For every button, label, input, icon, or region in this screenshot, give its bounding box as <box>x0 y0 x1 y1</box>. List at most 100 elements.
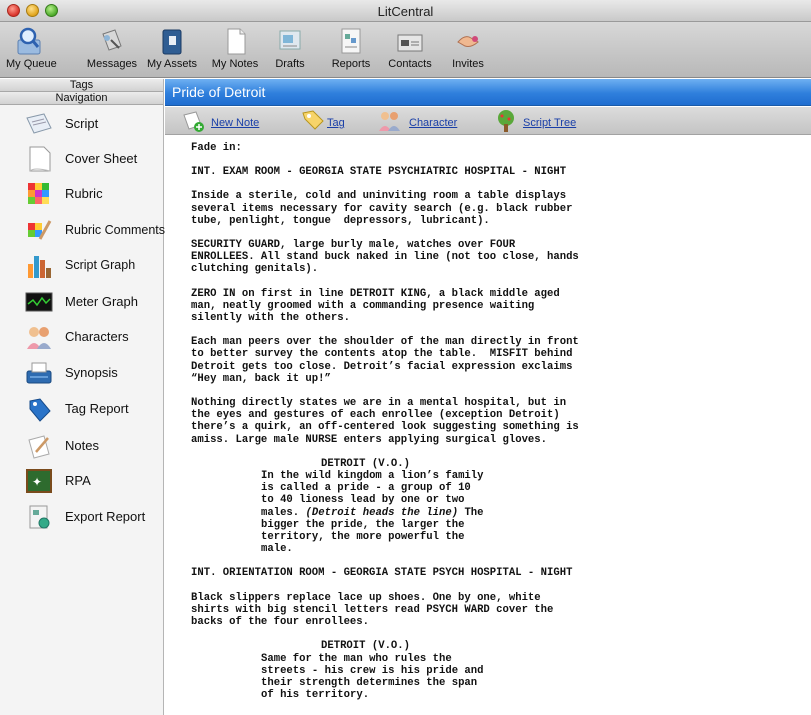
dialogue-text: The <box>458 506 484 519</box>
cover-sheet-icon <box>29 146 51 172</box>
navigation-header[interactable]: Navigation <box>0 92 163 105</box>
dialogue-block: DETROIT (V.O.) In the wild kingdom a lio… <box>191 458 791 556</box>
script-tree-label: Script Tree <box>523 117 577 129</box>
toolbar-contacts-button[interactable]: Contacts <box>386 26 434 76</box>
script-action-bar: New Note Tag Character Script Tree <box>165 107 811 135</box>
reports-icon <box>341 28 361 54</box>
toolbar-label: Reports <box>331 58 371 70</box>
script-paragraph: Inside a sterile, cold and uninviting ro… <box>191 190 573 227</box>
character-button[interactable]: Character <box>377 109 467 133</box>
sidebar-item-label: Characters <box>65 329 129 344</box>
sidebar-item-cover-sheet[interactable]: Cover Sheet <box>0 142 163 176</box>
script-text: Fade in: INT. EXAM ROOM - GEORGIA STATE … <box>191 142 791 715</box>
toolbar-invites-button[interactable]: Invites <box>448 26 488 76</box>
sidebar-item-synopsis[interactable]: Synopsis <box>0 356 163 390</box>
tag-button[interactable]: Tag <box>301 109 351 133</box>
panel-title: Pride of Detroit <box>172 84 266 100</box>
sidebar-item-rubric[interactable]: Rubric <box>0 177 163 211</box>
rubric-comments-icon <box>28 220 52 240</box>
script-icon <box>26 113 52 134</box>
assets-icon <box>162 29 182 55</box>
svg-text:✦: ✦ <box>32 475 42 489</box>
magnifier-queue-icon <box>17 27 41 55</box>
sidebar-item-label: Tag Report <box>65 401 129 416</box>
panel-header: Pride of Detroit <box>165 79 811 106</box>
sidebar-item-script[interactable]: Script <box>0 107 163 141</box>
characters-icon <box>27 327 51 349</box>
sidebar-item-meter-graph[interactable]: Meter Graph <box>0 285 163 319</box>
scene-heading: INT. EXAM ROOM - GEORGIA STATE PSYCHIATR… <box>191 166 567 179</box>
dialogue-line: Same for the man who rules the <box>261 652 452 665</box>
title-bar: LitCentral <box>0 0 811 22</box>
script-paragraph: SECURITY GUARD, large burly male, watche… <box>191 239 579 276</box>
sidebar-item-script-graph[interactable]: Script Graph <box>0 249 163 283</box>
sidebar-item-rpa[interactable]: ✦ RPA <box>0 464 163 498</box>
dialogue-line: territory, the more powerful the <box>261 531 465 544</box>
sidebar-item-label: Script <box>65 116 99 131</box>
dialogue-line: male. <box>261 543 293 556</box>
toolbar-my-notes-button[interactable]: My Notes <box>208 26 262 76</box>
sidebar-item-characters[interactable]: Characters <box>0 320 163 354</box>
tag-label: Tag <box>327 117 345 129</box>
dialogue-line: bigger the pride, the larger the <box>261 518 465 531</box>
new-note-button[interactable]: New Note <box>181 109 271 133</box>
toolbar-label: My Notes <box>211 58 259 70</box>
invites-handshake-icon <box>457 36 479 47</box>
script-paragraph: Black slippers replace lace up shoes. On… <box>191 591 554 629</box>
sidebar-item-label: Export Report <box>65 509 146 524</box>
toolbar-my-queue-button[interactable]: My Queue <box>6 26 57 76</box>
script-graph-icon <box>28 256 51 278</box>
toolbar-label: Drafts <box>275 58 305 70</box>
script-paragraph: Fade in: <box>191 142 242 154</box>
meter-graph-icon <box>25 292 53 312</box>
script-paragraph: Each man peers over the shoulder of the … <box>191 336 579 385</box>
synopsis-typewriter-icon <box>26 362 52 384</box>
sidebar-item-notes[interactable]: Notes <box>0 429 163 463</box>
sidebar-item-label: Synopsis <box>65 365 118 380</box>
tag-icon <box>302 110 324 130</box>
dialogue-line: is called a pride - a group of 10 <box>261 482 471 495</box>
tags-header[interactable]: Tags <box>0 79 163 92</box>
character-icon <box>379 112 400 131</box>
rpa-chalkboard-icon: ✦ <box>26 469 52 493</box>
sidebar-item-label: Notes <box>65 438 99 453</box>
toolbar-label: Contacts <box>388 58 432 70</box>
toolbar-label: Invites <box>452 58 484 70</box>
dialogue-character: DETROIT (V.O.) <box>321 640 411 653</box>
main-toolbar: My Queue Messages My Assets My Notes Dra… <box>0 22 811 78</box>
toolbar-reports-button[interactable]: Reports <box>328 26 374 76</box>
sidebar-item-label: Meter Graph <box>65 294 138 309</box>
sidebar-item-rubric-comments[interactable]: Rubric Comments <box>0 214 165 248</box>
toolbar-drafts-button[interactable]: Drafts <box>270 26 310 76</box>
script-paragraph: ZERO IN on first in line DETROIT KING, a… <box>191 287 560 325</box>
dialogue-line: streets - his crew is his pride and <box>261 664 484 677</box>
scene-heading: INT. ORIENTATION ROOM - GEORGIA STATE PS… <box>191 567 573 580</box>
parenthetical: (Detroit heads the line) <box>305 506 459 519</box>
dialogue-character: DETROIT (V.O.) <box>321 457 411 470</box>
new-note-icon <box>183 111 204 132</box>
sidebar-item-export-report[interactable]: Export Report <box>0 500 163 534</box>
new-note-label: New Note <box>211 117 260 129</box>
sidebar: Tags Navigation Script Cover Sheet Rubri… <box>0 79 165 715</box>
dialogue-line: In the wild kingdom a lion’s family <box>261 470 484 483</box>
dialogue-line: their strength determines the span <box>261 676 478 689</box>
toolbar-label: My Assets <box>146 58 198 70</box>
rubric-icon <box>28 183 49 204</box>
main-panel: Pride of Detroit New Note Tag Character <box>165 79 811 715</box>
window-title: LitCentral <box>377 4 434 19</box>
script-tree-button[interactable]: Script Tree <box>493 109 593 133</box>
messages-icon <box>102 29 122 51</box>
sidebar-item-tag-report[interactable]: Tag Report <box>0 392 163 426</box>
export-report-icon <box>29 505 50 529</box>
toolbar-messages-button[interactable]: Messages <box>86 26 138 76</box>
toolbar-my-assets-button[interactable]: My Assets <box>146 26 198 76</box>
script-paragraph: Nothing directly states we are in a ment… <box>191 397 579 446</box>
notes-page-icon <box>227 28 246 55</box>
notes-icon <box>28 435 50 459</box>
dialogue-line: males. (Detroit heads the line) The <box>261 507 791 519</box>
dialogue-line: of his territory. <box>261 689 370 702</box>
toolbar-label: Messages <box>86 58 138 70</box>
sidebar-item-label: Cover Sheet <box>65 151 138 166</box>
sidebar-item-label: RPA <box>65 473 91 488</box>
script-tree-icon <box>498 110 514 132</box>
